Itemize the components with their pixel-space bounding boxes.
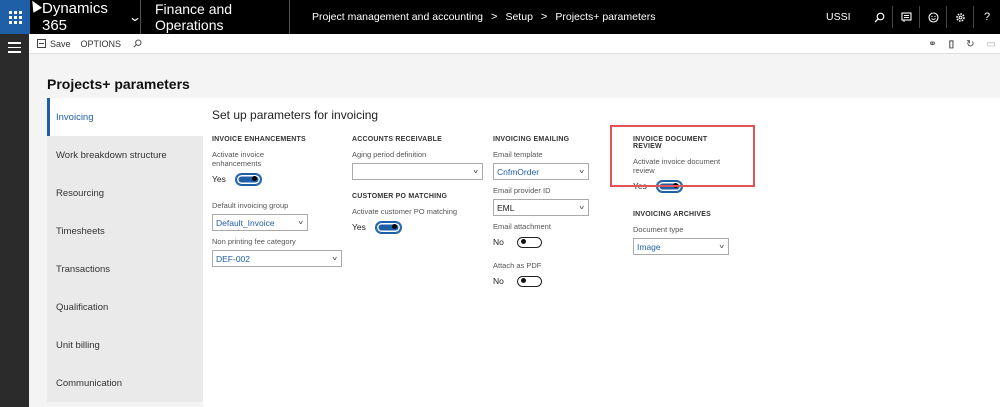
- field-label: Email provider ID: [493, 186, 551, 195]
- attach-as-pdf-toggle[interactable]: No: [493, 275, 589, 287]
- page-title: Projects+ parameters: [47, 76, 190, 92]
- chevron-down-icon: ∨: [578, 168, 585, 175]
- default-invoicing-group-select[interactable]: Default_Invoice ∨: [212, 214, 308, 231]
- save-button[interactable]: Save: [37, 39, 71, 49]
- tab-timesheets[interactable]: Timesheets: [47, 212, 203, 250]
- breadcrumb: Project management and accounting > Setu…: [290, 11, 826, 23]
- chevron-down-icon: ∨: [331, 255, 338, 262]
- office-icon[interactable]: ▯: [949, 39, 955, 50]
- app-name: Dynamics 365: [42, 0, 108, 34]
- tab-unit-billing[interactable]: Unit billing: [47, 326, 203, 364]
- field-label: Default invoicing group: [212, 201, 289, 210]
- smiley-icon: [927, 11, 939, 23]
- email-attachment-toggle[interactable]: No: [493, 236, 589, 248]
- options-button[interactable]: OPTIONS: [81, 39, 122, 49]
- app-switcher[interactable]: Dynamics 365 ⌄: [30, 0, 143, 34]
- toggle-value: No: [493, 276, 504, 286]
- field-label: Non printing fee category: [212, 237, 296, 246]
- toggle-switch[interactable]: [517, 236, 542, 248]
- toggle-value: No: [493, 237, 504, 247]
- tab-communication[interactable]: Communication: [47, 364, 203, 402]
- tab-resourcing[interactable]: Resourcing: [47, 174, 203, 212]
- field-label: Attach as PDF: [493, 261, 542, 270]
- settings-icon: [955, 12, 965, 22]
- non-printing-fee-category-select[interactable]: DEF-002 ∨: [212, 250, 342, 267]
- activate-invoice-enhancements-toggle[interactable]: Yes: [212, 172, 308, 186]
- breadcrumb-item-page[interactable]: Projects+ parameters: [555, 11, 655, 23]
- chevron-down-icon: ⌄: [127, 10, 143, 24]
- field-label: Document type: [633, 225, 684, 234]
- field-label: Email attachment: [493, 222, 551, 231]
- feedback-button[interactable]: [920, 0, 946, 34]
- link-icon[interactable]: ⚭: [928, 39, 936, 50]
- save-icon: [37, 39, 46, 48]
- help-button[interactable]: ?: [974, 0, 1000, 34]
- action-pane: Save OPTIONS ⚭ ▯ ↻ ▭: [29, 34, 1000, 54]
- save-label: Save: [50, 38, 71, 49]
- highlight-box: [610, 125, 755, 187]
- group-header: INVOICING ARCHIVES: [633, 211, 712, 218]
- select-value: Default_Invoice: [216, 217, 275, 228]
- accounts-receivable-group: ACCOUNTS RECEIVABLE Aging period definit…: [352, 136, 483, 234]
- section-title: Set up parameters for invoicing: [212, 108, 379, 122]
- group-header: CUSTOMER PO MATCHING: [352, 193, 448, 200]
- navigation-rail: [0, 34, 29, 407]
- waffle-icon: [8, 10, 22, 24]
- invoice-enhancements-group: INVOICE ENHANCEMENTS Activate invoice en…: [212, 136, 342, 267]
- tab-invoicing[interactable]: Invoicing: [47, 98, 203, 136]
- message-icon: [900, 11, 912, 22]
- message-button[interactable]: [893, 0, 919, 34]
- help-icon: ?: [983, 11, 991, 23]
- field-label: Email template: [493, 150, 543, 159]
- group-header: INVOICE ENHANCEMENTS: [212, 136, 306, 143]
- breadcrumb-item-setup[interactable]: Setup: [505, 11, 532, 23]
- chevron-down-icon: ∨: [297, 219, 304, 226]
- select-value: DEF-002: [216, 253, 251, 264]
- search-icon: [874, 12, 884, 22]
- chevron-down-icon: ∨: [578, 204, 585, 211]
- action-search-button[interactable]: [133, 39, 142, 48]
- search-icon: [133, 39, 142, 48]
- refresh-icon[interactable]: ↻: [966, 39, 974, 50]
- toggle-switch[interactable]: [517, 275, 542, 287]
- tab-qualification[interactable]: Qualification: [47, 288, 203, 326]
- select-value: CnfmOrder: [497, 166, 540, 177]
- select-value: EML: [497, 202, 515, 213]
- settings-button[interactable]: [947, 0, 973, 34]
- aging-period-definition-select[interactable]: ∨: [352, 163, 483, 180]
- tab-content-invoicing: Set up parameters for invoicing INVOICE …: [203, 98, 1000, 407]
- vertical-tabs: Invoicing Work breakdown structure Resou…: [47, 98, 203, 407]
- options-label: OPTIONS: [80, 38, 122, 49]
- group-header: INVOICING EMAILING: [493, 136, 570, 143]
- email-provider-id-select[interactable]: EML ∨: [493, 199, 589, 216]
- module-name[interactable]: Finance and Operations: [141, 1, 289, 33]
- invoicing-emailing-group: INVOICING EMAILING Email template CnfmOr…: [493, 136, 589, 287]
- top-bar: Dynamics 365 ⌄ Finance and Operations Pr…: [0, 0, 1000, 34]
- field-label: Aging period definition: [352, 150, 427, 159]
- toggle-value: Yes: [212, 174, 226, 184]
- toggle-switch[interactable]: [375, 220, 402, 234]
- popout-icon[interactable]: ▭: [987, 39, 996, 50]
- chevron-down-icon: ∨: [472, 168, 479, 175]
- email-template-select[interactable]: CnfmOrder ∨: [493, 163, 589, 180]
- search-button[interactable]: [866, 0, 892, 34]
- breadcrumb-item-module[interactable]: Project management and accounting: [312, 11, 483, 23]
- document-type-select[interactable]: Image ∨: [633, 238, 729, 255]
- field-label: Activate customer PO matching: [352, 207, 458, 216]
- field-label: Activate invoice enhancements: [212, 150, 265, 168]
- toggle-value: Yes: [352, 222, 366, 232]
- breadcrumb-separator: >: [491, 11, 498, 23]
- breadcrumb-separator: >: [540, 11, 548, 23]
- toggle-switch[interactable]: [235, 172, 262, 186]
- chevron-down-icon: ∨: [718, 243, 725, 250]
- tab-work-breakdown-structure[interactable]: Work breakdown structure: [47, 136, 203, 174]
- action-pane-right: ⚭ ▯ ↻ ▭: [928, 34, 996, 54]
- hamburger-menu-icon[interactable]: [8, 42, 21, 56]
- company-picker[interactable]: USSI: [826, 11, 866, 23]
- app-launcher-button[interactable]: [0, 0, 30, 34]
- tab-transactions[interactable]: Transactions: [47, 250, 203, 288]
- select-value: Image: [637, 241, 661, 252]
- group-header: ACCOUNTS RECEIVABLE: [352, 136, 443, 143]
- activate-customer-po-matching-toggle[interactable]: Yes: [352, 220, 483, 234]
